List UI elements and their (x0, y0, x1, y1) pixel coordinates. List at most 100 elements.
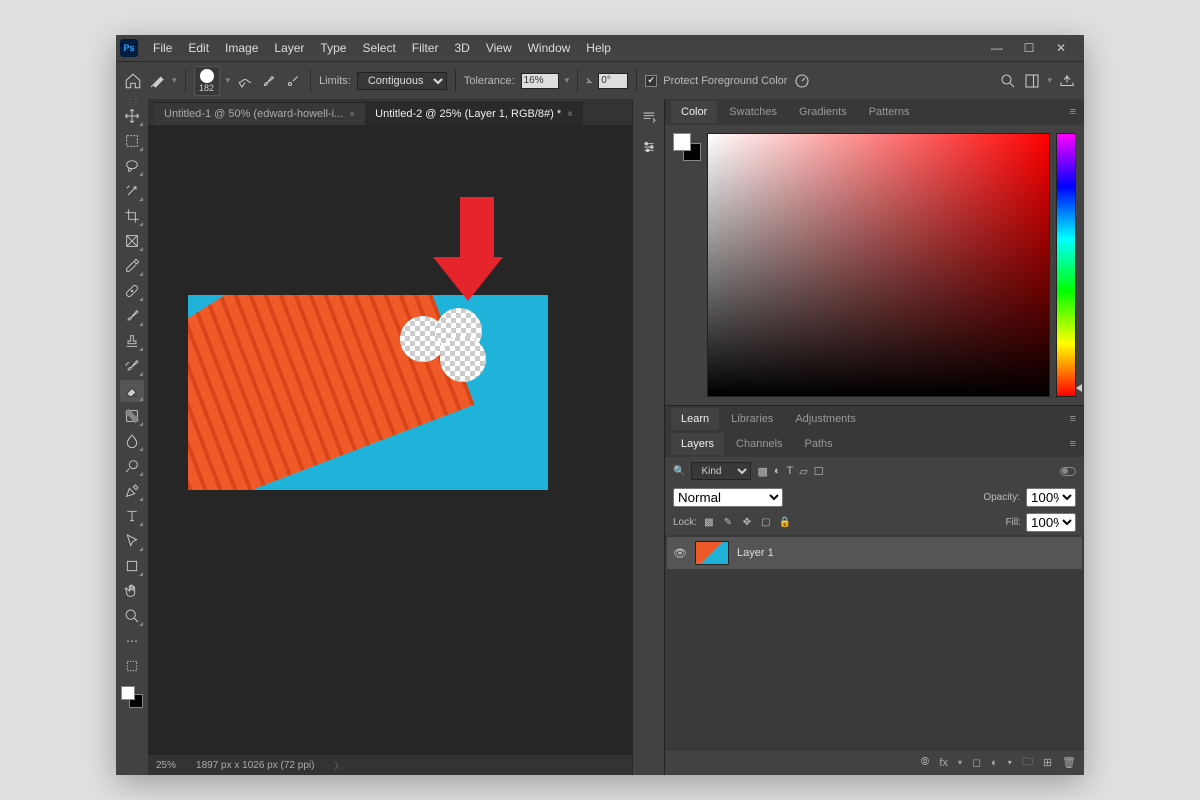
menu-filter[interactable]: Filter (405, 38, 446, 58)
filter-adjust-icon[interactable]: ◐ (774, 465, 781, 478)
filter-pixel-icon[interactable]: ▩ (757, 465, 767, 478)
doc-tab-2[interactable]: Untitled-2 @ 25% (Layer 1, RGB/8#) * × (365, 102, 583, 125)
adjustment-layer-icon[interactable]: ◐ (991, 757, 998, 769)
healing-tool[interactable] (120, 280, 144, 302)
history-brush-tool[interactable] (120, 355, 144, 377)
more-tools[interactable]: ⋯ (120, 630, 144, 652)
lock-transparency-icon[interactable]: ▩ (702, 516, 716, 530)
tab-adjustments[interactable]: Adjustments (785, 408, 866, 430)
lasso-tool[interactable] (120, 155, 144, 177)
marquee-tool[interactable] (120, 130, 144, 152)
tab-learn[interactable]: Learn (671, 408, 719, 430)
menu-edit[interactable]: Edit (181, 38, 216, 58)
brush-panel-icon[interactable] (260, 72, 278, 90)
brush-tool[interactable] (120, 305, 144, 327)
lock-all-icon[interactable]: 🔒 (778, 516, 792, 530)
close-icon[interactable]: × (567, 109, 573, 120)
brush-preview[interactable]: 182 (194, 66, 220, 96)
tolerance-input[interactable] (521, 73, 559, 89)
opacity-select[interactable]: 100% (1026, 488, 1076, 507)
zoom-level[interactable]: 25% (156, 760, 176, 771)
new-layer-icon[interactable]: ⊞ (1043, 756, 1052, 769)
wand-tool[interactable] (120, 180, 144, 202)
tab-color[interactable]: Color (671, 101, 717, 123)
filter-toggle[interactable] (1060, 467, 1076, 476)
menu-help[interactable]: Help (579, 38, 618, 58)
move-tool[interactable] (120, 105, 144, 127)
menu-window[interactable]: Window (521, 38, 578, 58)
type-tool[interactable] (120, 505, 144, 527)
blur-tool[interactable] (120, 430, 144, 452)
pressure-icon[interactable] (793, 72, 811, 90)
properties-panel-icon[interactable] (637, 135, 661, 159)
layer-thumbnail[interactable] (695, 541, 729, 565)
hand-tool[interactable] (120, 580, 144, 602)
lock-position-icon[interactable]: ✥ (740, 516, 754, 530)
menu-3d[interactable]: 3D (447, 38, 476, 58)
tab-layers[interactable]: Layers (671, 433, 724, 455)
share-icon[interactable] (1058, 72, 1076, 90)
menu-type[interactable]: Type (313, 38, 353, 58)
canvas[interactable] (148, 125, 632, 755)
panel-menu-icon[interactable]: ≡ (1060, 408, 1084, 430)
eraser-tool[interactable] (120, 380, 144, 402)
layer-mask-icon[interactable]: ◻ (972, 756, 981, 769)
menu-layer[interactable]: Layer (267, 38, 311, 58)
zoom-tool[interactable] (120, 605, 144, 627)
crop-tool[interactable] (120, 205, 144, 227)
gradient-tool[interactable] (120, 405, 144, 427)
menu-view[interactable]: View (479, 38, 519, 58)
layer-group-icon[interactable]: 🗀 (1022, 753, 1033, 772)
layer-name[interactable]: Layer 1 (737, 547, 774, 559)
fg-color-swatch[interactable] (121, 686, 135, 700)
shape-tool[interactable] (120, 555, 144, 577)
tab-gradients[interactable]: Gradients (789, 101, 857, 123)
color-field[interactable] (707, 133, 1050, 397)
protect-fg-checkbox[interactable]: ✔ (645, 75, 657, 87)
frame-tool[interactable] (120, 230, 144, 252)
history-panel-icon[interactable] (637, 105, 661, 129)
lock-artboard-icon[interactable]: ▢ (759, 516, 773, 530)
home-icon[interactable] (124, 72, 142, 90)
fg-swatch[interactable] (673, 133, 691, 151)
close-icon[interactable]: × (349, 109, 355, 120)
hue-slider[interactable] (1056, 133, 1076, 397)
pen-tool[interactable] (120, 480, 144, 502)
lock-pixels-icon[interactable]: ✎ (721, 516, 735, 530)
link-layers-icon[interactable]: ⦾ (921, 756, 930, 769)
fill-select[interactable]: 100% (1026, 513, 1076, 532)
doc-tab-1[interactable]: Untitled-1 @ 50% (edward-howell-i... × (154, 102, 365, 125)
limits-select[interactable]: Contiguous (357, 72, 447, 90)
panel-menu-icon[interactable]: ≡ (1060, 101, 1084, 123)
tab-channels[interactable]: Channels (726, 433, 792, 455)
filter-smart-icon[interactable]: ☐ (814, 465, 824, 478)
search-icon[interactable]: 🔍 (673, 466, 685, 477)
menu-select[interactable]: Select (355, 38, 402, 58)
brush-settings-icon[interactable] (236, 72, 254, 90)
menu-image[interactable]: Image (218, 38, 265, 58)
maximize-button[interactable]: ☐ (1018, 41, 1040, 55)
tab-swatches[interactable]: Swatches (719, 101, 787, 123)
tab-paths[interactable]: Paths (795, 433, 843, 455)
layer-kind-select[interactable]: Kind (691, 462, 751, 480)
close-button[interactable]: ✕ (1050, 41, 1072, 55)
visibility-icon[interactable]: 👁 (673, 547, 687, 560)
eyedropper-tool[interactable] (120, 255, 144, 277)
angle-input[interactable] (598, 73, 628, 89)
color-swatch-pair[interactable] (673, 133, 701, 161)
panel-menu-icon[interactable]: ≡ (1060, 433, 1084, 455)
tab-libraries[interactable]: Libraries (721, 408, 783, 430)
edit-toolbar-icon[interactable] (120, 655, 144, 677)
blend-mode-select[interactable]: Normal (673, 488, 783, 507)
stamp-tool[interactable] (120, 330, 144, 352)
layer-fx-icon[interactable]: fx (939, 757, 948, 769)
path-select-tool[interactable] (120, 530, 144, 552)
color-swatches[interactable] (121, 686, 143, 708)
search-icon[interactable] (999, 72, 1017, 90)
layer-item[interactable]: 👁 Layer 1 (667, 537, 1082, 569)
airbrush-icon[interactable] (284, 72, 302, 90)
dodge-tool[interactable] (120, 455, 144, 477)
tab-patterns[interactable]: Patterns (859, 101, 920, 123)
tool-preset-icon[interactable] (148, 72, 166, 90)
delete-layer-icon[interactable]: 🗑 (1062, 756, 1076, 769)
